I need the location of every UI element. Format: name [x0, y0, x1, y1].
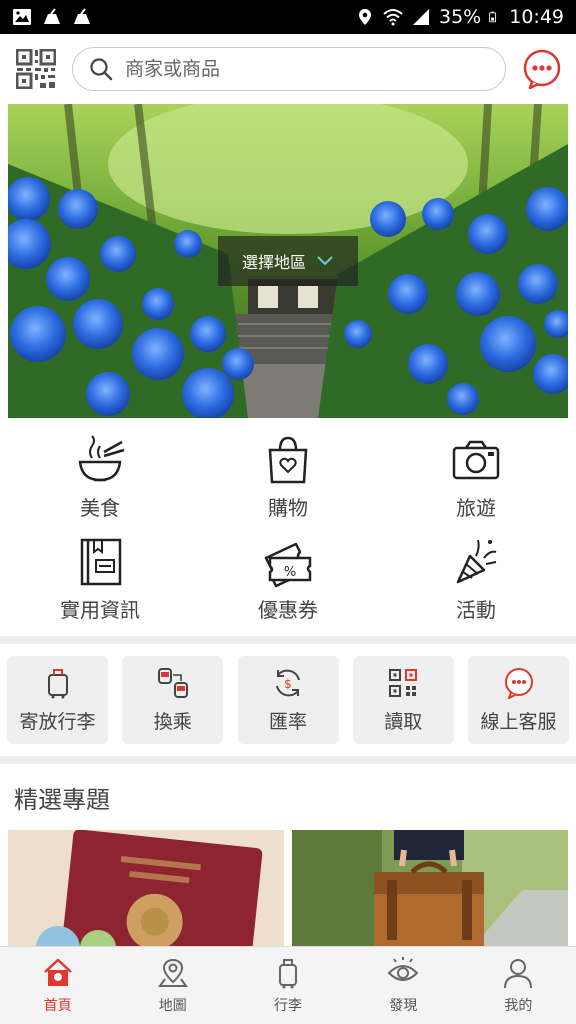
tab-luggage[interactable]: 行李 [230, 947, 345, 1024]
exchange-rate-icon: $ [276, 669, 300, 696]
chevron-down-icon [317, 256, 333, 266]
qr-code-button[interactable] [14, 47, 58, 91]
hero-banner[interactable]: 選擇地區 [8, 104, 568, 418]
map-pin-icon [157, 958, 188, 987]
category-label: 旅遊 [456, 496, 496, 520]
tab-label: 行李 [274, 997, 302, 1014]
passport-photo [8, 830, 284, 948]
category-info[interactable]: 實用資訊 [10, 536, 190, 626]
wifi-icon [383, 9, 403, 26]
tab-profile[interactable]: 我的 [461, 947, 576, 1024]
tab-label: 地圖 [158, 997, 187, 1014]
tab-home[interactable]: 首頁 [0, 947, 115, 1024]
quick-tools: 寄放行李 換乘 $ 匯率 讀取 線上客服 [0, 648, 576, 756]
svg-text:%: % [284, 565, 296, 580]
category-shopping[interactable]: 購物 [198, 434, 378, 524]
category-food[interactable]: 美食 [10, 434, 190, 524]
section-divider [0, 636, 576, 644]
search-bar[interactable] [72, 47, 506, 91]
tab-label: 發現 [389, 997, 418, 1014]
tool-luggage-storage[interactable]: 寄放行李 [7, 656, 108, 744]
camera-icon [452, 440, 500, 480]
qr-scan-icon [389, 668, 418, 697]
featured-card-suitcase[interactable] [292, 830, 568, 948]
search-icon [90, 58, 113, 81]
battery-icon [489, 11, 497, 23]
category-grid: 美食 購物 旅遊 實用資訊 % 優惠券 活動 [0, 424, 576, 634]
shopping-bag-icon [268, 436, 308, 484]
category-coupon[interactable]: % 優惠券 [198, 536, 378, 626]
tab-label: 首頁 [43, 997, 72, 1014]
transfer-icon [157, 667, 188, 698]
section-divider [0, 756, 576, 764]
luggage-icon [47, 668, 68, 698]
tool-customer-service[interactable]: 線上客服 [468, 656, 569, 744]
location-icon [359, 9, 371, 25]
category-travel[interactable]: 旅遊 [386, 434, 566, 524]
category-label: 購物 [268, 496, 308, 520]
coupon-icon: % [264, 542, 312, 588]
user-icon [504, 958, 533, 988]
clock: 10:49 [509, 6, 564, 28]
bottom-tab-bar: 首頁 地圖 行李 發現 我的 [0, 946, 576, 1024]
region-label: 選擇地區 [241, 253, 306, 272]
home-icon [43, 958, 72, 986]
featured-card-passport[interactable] [8, 830, 284, 948]
svg-text:$: $ [284, 677, 292, 691]
tool-label: 換乘 [153, 710, 192, 733]
signal-icon [413, 9, 429, 25]
qr-code-icon [16, 49, 56, 89]
gallery-icon [13, 9, 31, 25]
search-input[interactable] [125, 58, 465, 80]
tool-label: 寄放行李 [19, 710, 96, 733]
tab-map[interactable]: 地圖 [115, 947, 230, 1024]
cleaner-icon [44, 8, 60, 24]
tool-label: 線上客服 [480, 710, 557, 733]
chat-icon [504, 667, 533, 699]
category-label: 美食 [80, 496, 120, 520]
status-bar: 35% 10:49 [0, 0, 576, 34]
eye-icon [387, 956, 419, 981]
chat-icon[interactable] [522, 49, 562, 89]
battery-percent: 35% [439, 6, 482, 28]
category-label: 實用資訊 [60, 598, 140, 622]
region-selector[interactable]: 選擇地區 [218, 236, 358, 286]
tab-discover[interactable]: 發現 [346, 947, 461, 1024]
featured-section-title: 精選專題 [14, 786, 110, 814]
party-popper-icon [456, 539, 497, 584]
food-bowl-icon [78, 435, 125, 482]
category-label: 活動 [456, 598, 496, 622]
tab-label: 我的 [504, 997, 533, 1014]
tool-label: 讀取 [384, 710, 423, 733]
category-events[interactable]: 活動 [386, 536, 566, 626]
suitcase-photo [292, 830, 568, 948]
cleaner-icon [74, 8, 90, 24]
tool-scan[interactable]: 讀取 [352, 656, 454, 744]
app-header [0, 34, 576, 104]
tool-exchange-rate[interactable]: $ 匯率 [237, 656, 339, 744]
luggage-icon [279, 958, 297, 988]
guidebook-icon [80, 538, 122, 586]
tool-label: 匯率 [268, 710, 307, 733]
category-label: 優惠券 [258, 598, 318, 622]
tool-transfer[interactable]: 換乘 [122, 656, 224, 744]
